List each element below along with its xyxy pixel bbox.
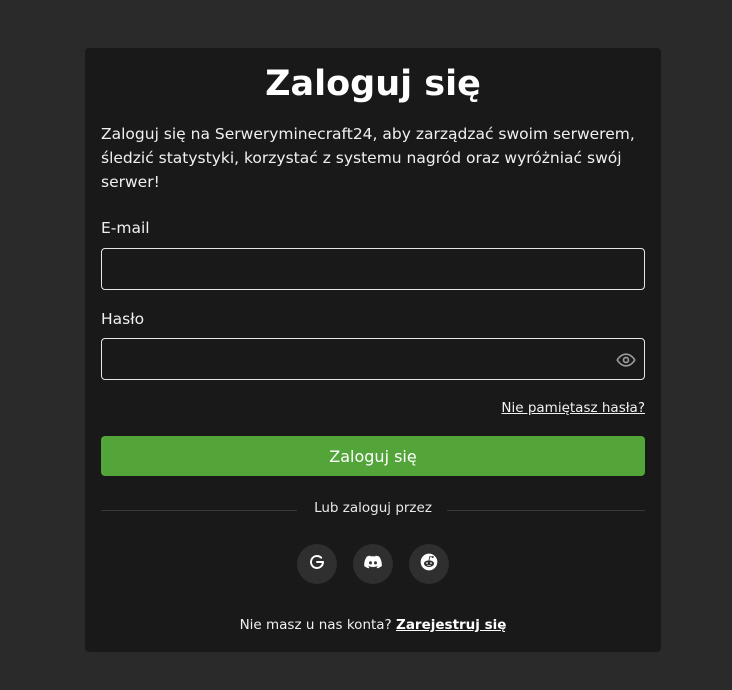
reddit-icon — [419, 552, 439, 576]
password-label: Hasło — [101, 310, 145, 328]
google-icon — [308, 553, 326, 575]
password-field[interactable] — [102, 339, 644, 379]
divider-right — [447, 510, 645, 511]
page-title: Zaloguj się — [265, 64, 481, 104]
show-password-eye-icon[interactable] — [616, 350, 636, 370]
discord-login-button[interactable] — [353, 544, 393, 584]
or-login-with-text: Lub zaloguj przez — [314, 500, 432, 516]
google-login-button[interactable] — [297, 544, 337, 584]
password-field-container — [101, 338, 645, 380]
login-button[interactable]: Zaloguj się — [101, 436, 645, 476]
discord-icon — [363, 552, 383, 576]
register-line: Nie masz u nas konta? Zarejestruj się — [85, 617, 661, 633]
email-field-container — [101, 248, 645, 290]
reddit-login-button[interactable] — [409, 544, 449, 584]
intro-text: Zaloguj się na Serweryminecraft24, aby z… — [101, 125, 635, 191]
register-link[interactable]: Zarejestruj się — [396, 617, 506, 633]
login-card: Zaloguj się Zaloguj się na Serweryminecr… — [85, 48, 661, 652]
no-account-text: Nie masz u nas konta? — [239, 617, 392, 633]
forgot-password-link[interactable]: Nie pamiętasz hasła? — [501, 400, 645, 416]
email-field[interactable] — [102, 249, 644, 289]
email-label: E-mail — [101, 219, 150, 237]
